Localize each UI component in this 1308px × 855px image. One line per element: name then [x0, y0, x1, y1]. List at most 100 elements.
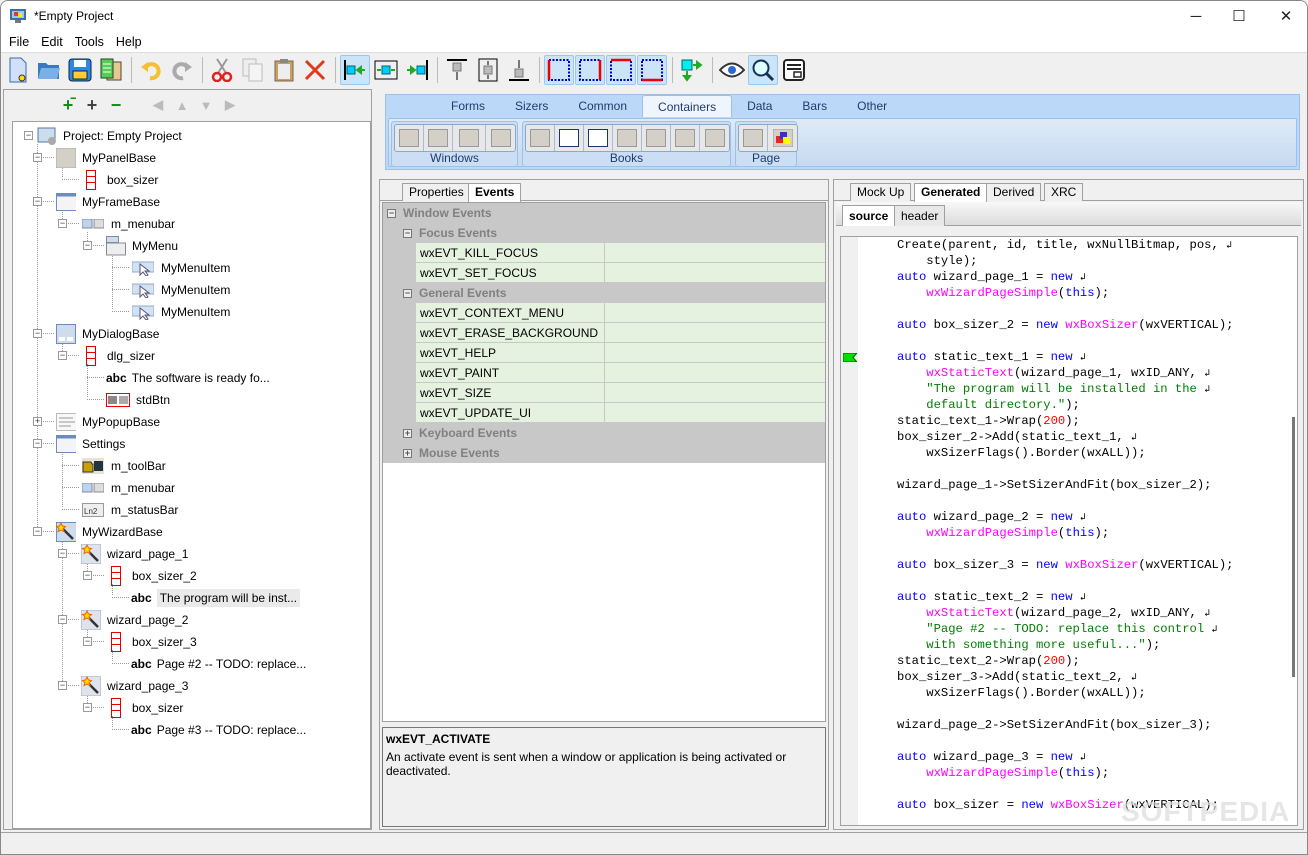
cut-button[interactable]: [207, 55, 237, 85]
tree-node[interactable]: MyFrameBase: [56, 191, 160, 213]
collapse-toggle[interactable]: −: [33, 439, 42, 448]
collapse-toggle[interactable]: −: [58, 615, 67, 624]
tree-node[interactable]: Project: Empty Project: [37, 125, 182, 147]
object-tree[interactable]: − Project: Empty Project − MyPanelBase box_s…: [12, 121, 371, 829]
expand-toggle[interactable]: +: [33, 417, 42, 426]
align-center-v-button[interactable]: [473, 55, 503, 85]
event-row[interactable]: wxEVT_UPDATE_UI: [383, 403, 825, 423]
event-row[interactable]: wxEVT_SET_FOCUS: [383, 263, 825, 283]
collapse-toggle[interactable]: −: [83, 703, 92, 712]
menu-help[interactable]: Help: [110, 35, 148, 49]
border-top-button[interactable]: [606, 55, 636, 85]
ribbon-tab-common[interactable]: Common: [563, 95, 642, 117]
collapse-toggle[interactable]: −: [83, 637, 92, 646]
tree-node[interactable]: stdBtn: [106, 389, 170, 411]
tree-node[interactable]: MyMenuItem: [131, 301, 230, 323]
tab-events[interactable]: Events: [468, 183, 522, 202]
preview-button[interactable]: [717, 55, 747, 85]
subtab-header[interactable]: header: [894, 205, 946, 226]
collapse-toggle[interactable]: −: [33, 329, 42, 338]
event-row[interactable]: wxEVT_ERASE_BACKGROUND: [383, 323, 825, 343]
collapsible-pane-button[interactable]: [486, 125, 515, 151]
event-row[interactable]: wxEVT_KILL_FOCUS: [383, 243, 825, 263]
event-handler-field[interactable]: [605, 303, 825, 323]
menu-file[interactable]: File: [3, 35, 35, 49]
tree-node[interactable]: Settings: [56, 433, 125, 455]
tree-node[interactable]: MyWizardBase: [56, 521, 163, 543]
tree-node[interactable]: box_sizer: [106, 697, 183, 719]
tab-xrc[interactable]: XRC: [1044, 183, 1084, 201]
move-left-button[interactable]: ◀: [148, 97, 168, 113]
open-project-button[interactable]: [34, 55, 64, 85]
remove-button[interactable]: −: [106, 95, 126, 116]
menu-tools[interactable]: Tools: [69, 35, 110, 49]
collapse-toggle[interactable]: −: [387, 208, 396, 218]
code-editor[interactable]: Create(parent, id, title, wxNullBitmap, …: [840, 236, 1298, 826]
tree-node[interactable]: MyPopupBase: [56, 411, 160, 433]
collapse-toggle[interactable]: −: [58, 219, 67, 228]
treebook-button[interactable]: [700, 125, 729, 151]
event-handler-field[interactable]: [605, 323, 825, 343]
split-window-button[interactable]: [453, 125, 486, 151]
auinotebook-button[interactable]: [642, 125, 671, 151]
generate-code-button[interactable]: [96, 55, 126, 85]
tree-node[interactable]: MyMenu: [106, 235, 178, 257]
save-project-button[interactable]: [65, 55, 95, 85]
align-top-button[interactable]: [442, 55, 472, 85]
tree-node[interactable]: dlg_sizer: [81, 345, 155, 367]
event-row[interactable]: wxEVT_PAINT: [383, 363, 825, 383]
event-category[interactable]: − Window Events: [383, 203, 825, 223]
toolbook-button[interactable]: [671, 125, 700, 151]
ribbon-tab-other[interactable]: Other: [842, 95, 902, 117]
code-scrollbar[interactable]: [1292, 417, 1295, 677]
xrc-preview-button[interactable]: [779, 55, 809, 85]
subtab-source[interactable]: source: [842, 205, 896, 226]
tree-node[interactable]: MyDialogBase: [56, 323, 159, 345]
tree-node[interactable]: box_sizer_2: [106, 565, 197, 587]
tree-node[interactable]: abc Page #3 -- TODO: replace...: [131, 719, 306, 741]
collapse-toggle[interactable]: −: [24, 131, 33, 140]
scrolled-window-button[interactable]: [424, 125, 453, 151]
close-button[interactable]: ✕: [1263, 1, 1307, 31]
collapse-toggle[interactable]: −: [58, 549, 67, 558]
tab-generated[interactable]: Generated: [914, 183, 988, 202]
event-category[interactable]: − Focus Events: [383, 223, 825, 243]
tree-node[interactable]: m_menubar: [81, 477, 175, 499]
copy-button[interactable]: [238, 55, 268, 85]
tree-node[interactable]: abc The program will be inst...: [131, 587, 301, 609]
align-right-button[interactable]: [402, 55, 432, 85]
redo-button[interactable]: [167, 55, 197, 85]
event-category[interactable]: − General Events: [383, 283, 825, 303]
paste-button[interactable]: [269, 55, 299, 85]
expand-toggle[interactable]: +: [403, 428, 412, 438]
ribbon-tab-data[interactable]: Data: [732, 95, 787, 117]
tree-node[interactable]: MyPanelBase: [56, 147, 156, 169]
tree-node[interactable]: wizard_page_1: [81, 543, 188, 565]
magnify-button[interactable]: [748, 55, 778, 85]
event-handler-field[interactable]: [605, 403, 825, 423]
tree-node[interactable]: MyMenuItem: [131, 257, 230, 279]
ribbon-tab-sizers[interactable]: Sizers: [500, 95, 563, 117]
new-project-button[interactable]: [3, 55, 33, 85]
simplebook-button[interactable]: [613, 125, 642, 151]
collapse-toggle[interactable]: −: [33, 153, 42, 162]
menu-edit[interactable]: Edit: [35, 35, 69, 49]
collapse-toggle[interactable]: −: [58, 681, 67, 690]
choicebook-button[interactable]: [555, 125, 584, 151]
tab-derived[interactable]: Derived: [986, 183, 1042, 201]
border-right-button[interactable]: [575, 55, 605, 85]
book-page-button[interactable]: [768, 125, 797, 151]
event-category[interactable]: + Keyboard Events: [383, 423, 825, 443]
toggle-orientation-button[interactable]: [677, 55, 707, 85]
event-handler-field[interactable]: [605, 263, 825, 283]
add-button[interactable]: +: [82, 95, 102, 116]
tree-node[interactable]: m_menubar: [81, 213, 175, 235]
notebook-button[interactable]: [526, 125, 555, 151]
event-row[interactable]: wxEVT_CONTEXT_MENU: [383, 303, 825, 323]
tree-node[interactable]: box_sizer_3: [106, 631, 197, 653]
event-row[interactable]: wxEVT_SIZE: [383, 383, 825, 403]
panel-button[interactable]: [395, 125, 424, 151]
align-left-button[interactable]: [340, 55, 370, 85]
tab-mock-up[interactable]: Mock Up: [850, 183, 912, 201]
tree-node[interactable]: box_sizer: [81, 169, 158, 191]
